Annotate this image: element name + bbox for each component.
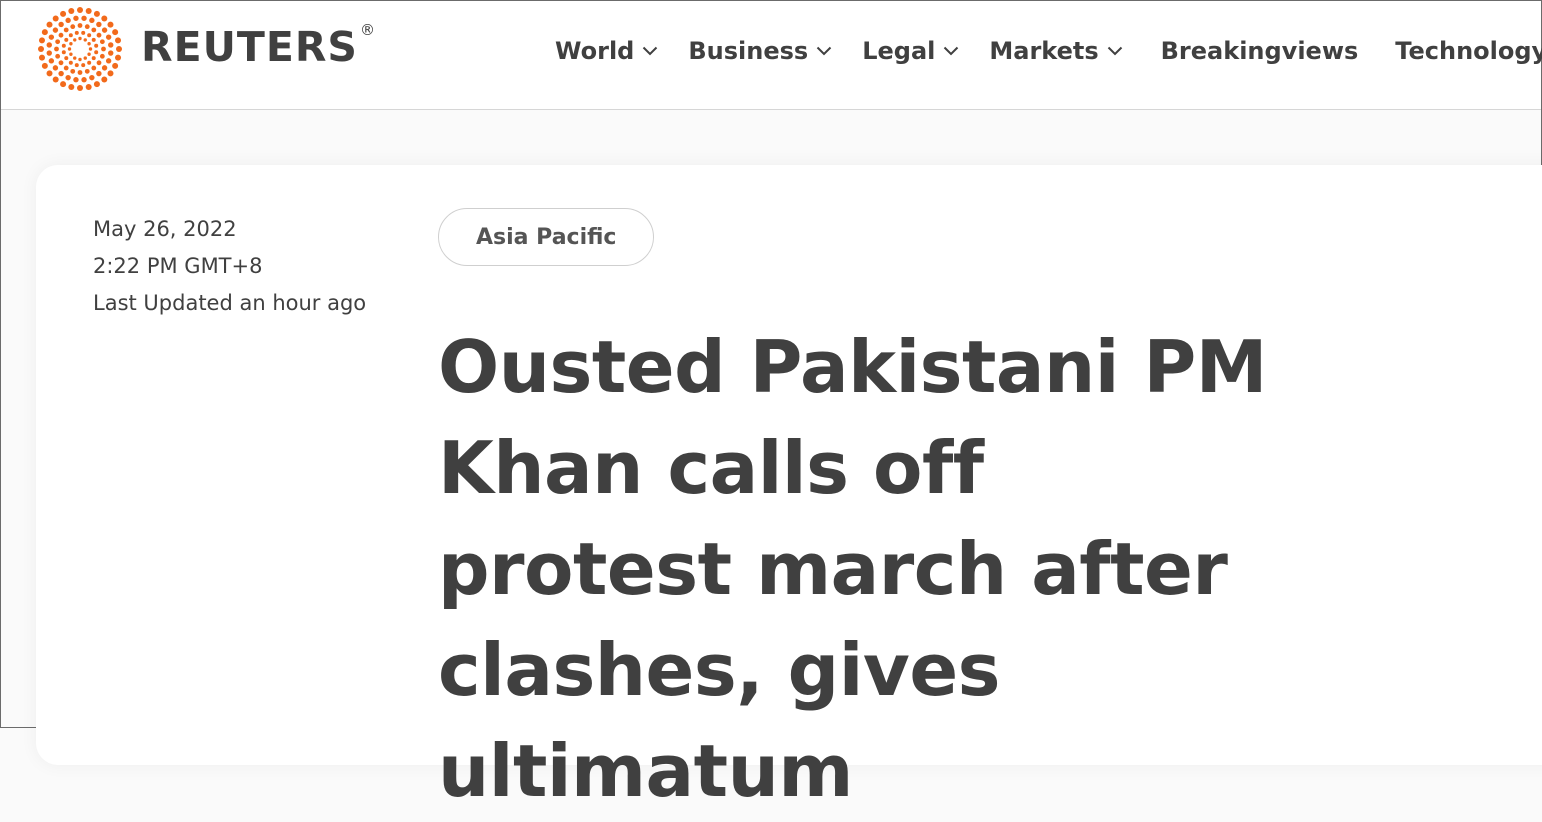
article-card: May 26, 2022 2:22 PM GMT+8 Last Updated …	[36, 165, 1542, 813]
article-headline: Ousted Pakistani PM Khan calls off prote…	[438, 325, 1267, 813]
chevron-down-icon	[944, 46, 959, 56]
site-header: REUTERS ® World Business Legal Markets Br…	[1, 1, 1542, 110]
nav-item-business[interactable]: Business	[688, 37, 832, 65]
last-updated: Last Updated an hour ago	[93, 291, 367, 315]
section-tag-asia-pacific[interactable]: Asia Pacific	[438, 208, 655, 266]
nav-item-technology[interactable]: Technology	[1395, 37, 1542, 65]
nav-item-label: Breakingviews	[1160, 37, 1359, 65]
chevron-down-icon	[816, 46, 832, 56]
nav-item-label: Markets	[989, 37, 1099, 65]
article-meta: May 26, 2022 2:22 PM GMT+8 Last Updated …	[93, 211, 366, 322]
nav-item-world[interactable]: World	[555, 37, 658, 65]
reuters-logo[interactable]: REUTERS ®	[35, 7, 376, 91]
nav-item-breakingviews[interactable]: Breakingviews	[1161, 37, 1359, 65]
nav-item-label: Technology	[1395, 37, 1542, 65]
nav-item-markets[interactable]: Markets	[989, 37, 1122, 65]
chevron-down-icon	[1107, 46, 1122, 56]
reuters-logo-icon	[38, 7, 122, 91]
chevron-down-icon	[643, 46, 658, 56]
registered-mark: ®	[359, 21, 376, 39]
main-nav: World Business Legal Markets Breakingvie…	[555, 31, 1542, 71]
nav-item-label: Business	[688, 37, 809, 65]
nav-item-legal[interactable]: Legal	[862, 37, 959, 65]
publish-date: May 26, 2022	[93, 217, 237, 241]
publish-time: 2:22 PM GMT+8	[93, 254, 263, 278]
nav-item-label: Legal	[862, 37, 936, 65]
logo-wordmark: REUTERS ®	[141, 21, 376, 71]
nav-item-label: World	[555, 37, 635, 65]
